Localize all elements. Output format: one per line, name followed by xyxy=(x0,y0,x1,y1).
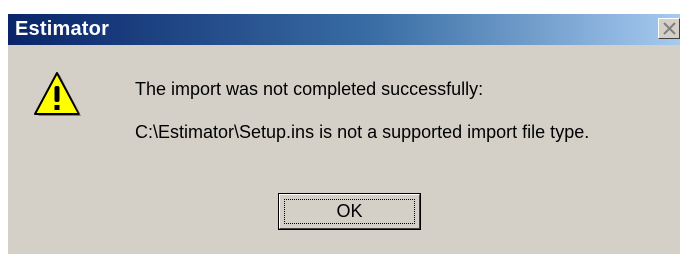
ok-button[interactable]: OK xyxy=(278,193,421,230)
warning-icon xyxy=(34,72,81,116)
title-bar[interactable]: Estimator xyxy=(8,14,680,45)
close-icon xyxy=(663,22,676,35)
ok-button-label: OK xyxy=(336,201,363,221)
message-line-2: C:\Estimator\Setup.ins is not a supporte… xyxy=(135,122,590,142)
message-line-1: The import was not completed successfull… xyxy=(135,79,484,99)
window-title: Estimator xyxy=(15,18,110,40)
close-button[interactable] xyxy=(658,18,680,39)
dialog-body: The import was not completed successfull… xyxy=(8,45,680,254)
message-dialog: Estimator The import was not completed s… xyxy=(0,0,680,254)
